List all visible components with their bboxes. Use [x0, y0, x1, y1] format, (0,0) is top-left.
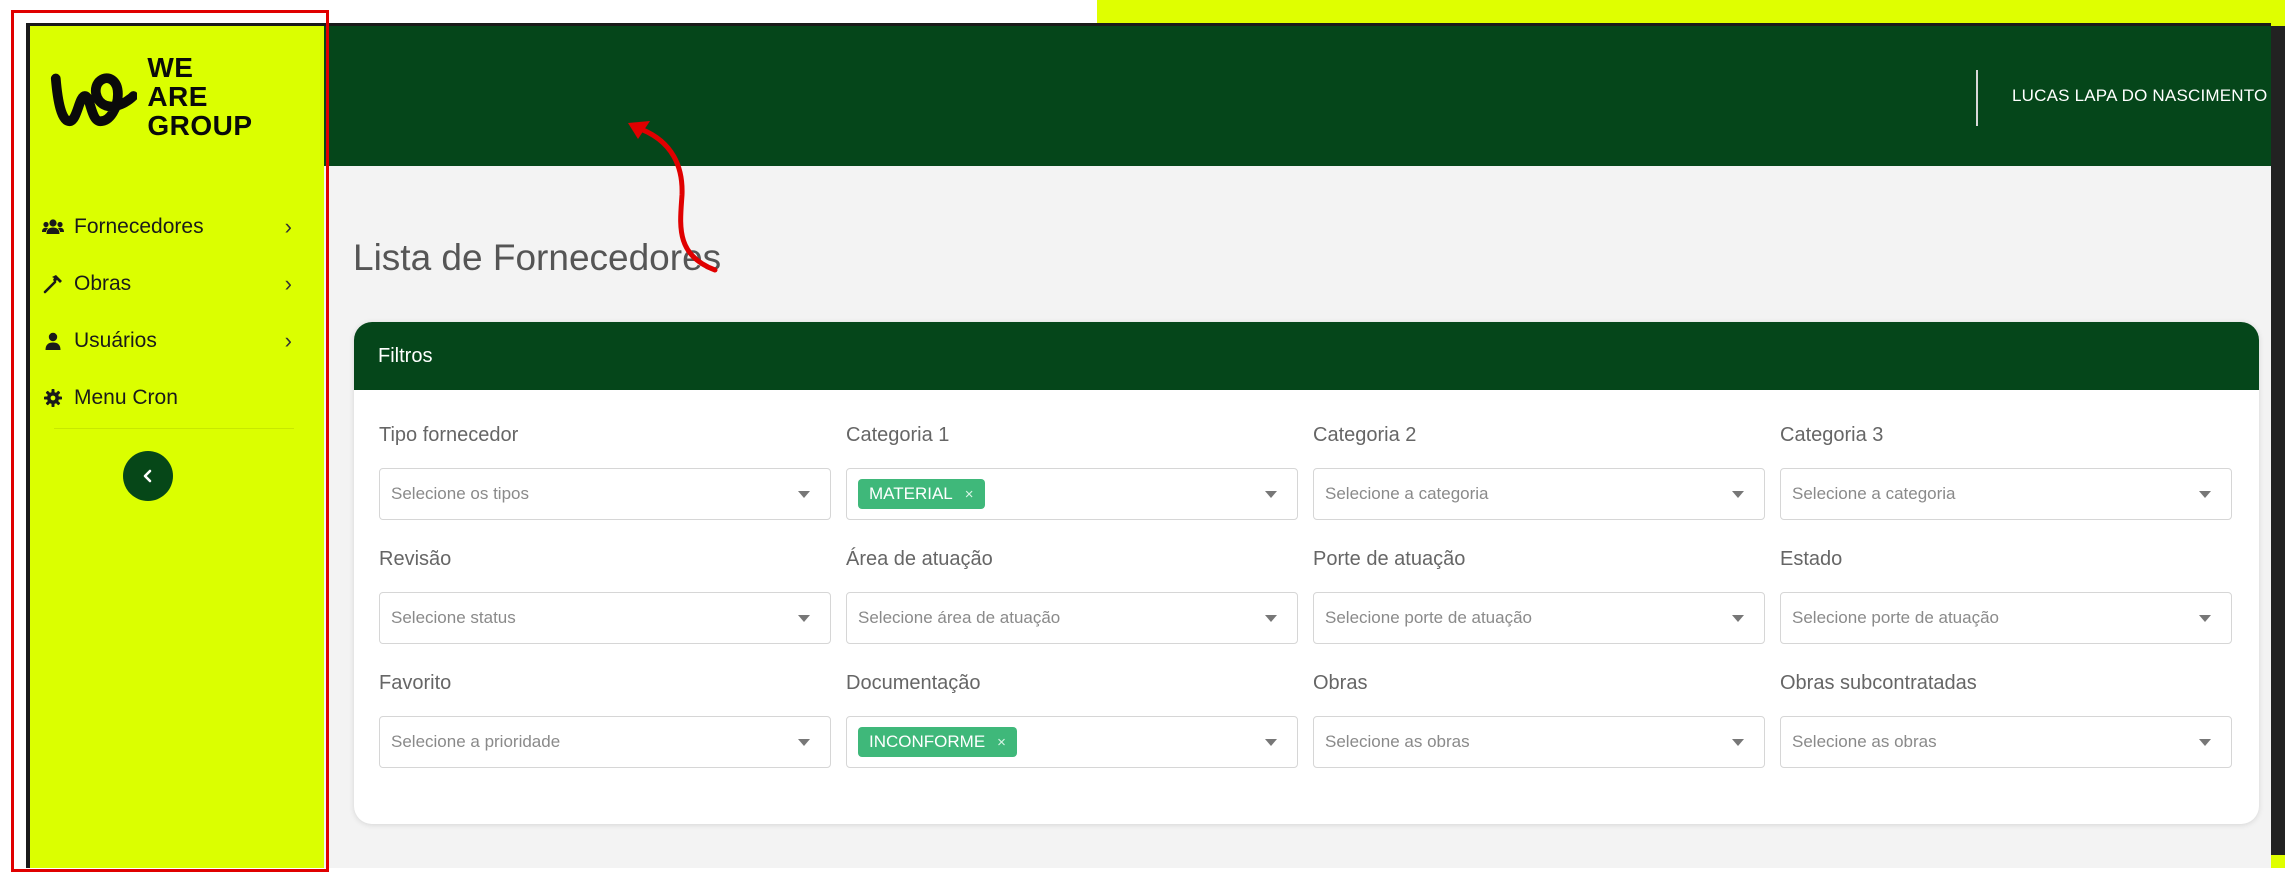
selected-tag: INCONFORME × — [858, 727, 1017, 757]
documentacao-select[interactable]: INCONFORME × — [846, 716, 1298, 768]
obras-select[interactable]: Selecione as obras — [1313, 716, 1765, 768]
annotation-highlight-box — [11, 10, 329, 872]
select-placeholder: Selecione status — [391, 608, 516, 627]
caret-down-icon — [1732, 491, 1744, 498]
filter-documentacao: Documentação INCONFORME × — [846, 672, 1298, 768]
obras-subcontratadas-select[interactable]: Selecione as obras — [1780, 716, 2232, 768]
select-placeholder: Selecione a categoria — [1792, 484, 1956, 503]
filter-categoria-1: Categoria 1 MATERIAL × — [846, 424, 1298, 520]
filter-area-de-atuacao: Área de atuação Selecione área de atuaçã… — [846, 548, 1298, 644]
categoria-1-select[interactable]: MATERIAL × — [846, 468, 1298, 520]
window-edge-right — [2271, 26, 2285, 855]
tipo-fornecedor-select[interactable]: Selecione os tipos — [379, 468, 831, 520]
filter-obras-subcontratadas: Obras subcontratadas Selecione as obras — [1780, 672, 2232, 768]
filter-label: Estado — [1780, 548, 1843, 570]
select-placeholder: Selecione a prioridade — [391, 732, 561, 751]
filters-title: Filtros — [378, 344, 433, 367]
filter-categoria-3: Categoria 3 Selecione a categoria — [1780, 424, 2232, 520]
filter-label: Categoria 3 — [1780, 424, 1884, 446]
filter-estado: Estado Selecione porte de atuação — [1780, 548, 2232, 644]
caret-down-icon — [1265, 739, 1277, 746]
area-de-atuacao-select[interactable]: Selecione área de atuação — [846, 592, 1298, 644]
annotation-arrow — [628, 121, 718, 273]
categoria-3-select[interactable]: Selecione a categoria — [1780, 468, 2232, 520]
select-placeholder: Selecione porte de atuação — [1325, 608, 1532, 627]
top-header: LUCAS LAPA DO NASCIMENTO — [324, 26, 2271, 166]
estado-select[interactable]: Selecione porte de atuação — [1780, 592, 2232, 644]
caret-down-icon — [798, 615, 810, 622]
select-placeholder: Selecione as obras — [1792, 732, 1937, 751]
caret-down-icon — [2199, 739, 2211, 746]
revisao-select[interactable]: Selecione status — [379, 592, 831, 644]
remove-tag-icon[interactable]: × — [997, 734, 1006, 751]
filter-label: Favorito — [379, 672, 452, 694]
tag-label: MATERIAL — [869, 484, 953, 503]
caret-down-icon — [798, 491, 810, 498]
favorito-select[interactable]: Selecione a prioridade — [379, 716, 831, 768]
porte-de-atuacao-select[interactable]: Selecione porte de atuação — [1313, 592, 1765, 644]
caret-down-icon — [1732, 615, 1744, 622]
categoria-2-select[interactable]: Selecione a categoria — [1313, 468, 1765, 520]
tag-label: INCONFORME — [869, 732, 986, 751]
user-menu[interactable]: LUCAS LAPA DO NASCIMENTO — [2012, 86, 2267, 106]
filter-revisao: Revisão Selecione status — [379, 548, 831, 644]
filter-label: Obras — [1313, 672, 1368, 694]
select-placeholder: Selecione os tipos — [391, 484, 529, 503]
filter-favorito: Favorito Selecione a prioridade — [379, 672, 831, 768]
selected-tag: MATERIAL × — [858, 479, 985, 509]
filter-label: Documentação — [846, 672, 981, 694]
filter-label: Porte de atuação — [1313, 548, 1466, 570]
filter-label: Obras subcontratadas — [1780, 672, 1977, 694]
remove-tag-icon[interactable]: × — [965, 486, 974, 503]
select-placeholder: Selecione as obras — [1325, 732, 1470, 751]
caret-down-icon — [2199, 615, 2211, 622]
caret-down-icon — [2199, 491, 2211, 498]
filter-tipo-fornecedor: Tipo fornecedor Selecione os tipos — [379, 424, 831, 520]
select-placeholder: Selecione porte de atuação — [1792, 608, 1999, 627]
filter-label: Revisão — [379, 548, 452, 570]
header-divider — [1976, 70, 1978, 126]
filters-card-header: Filtros — [354, 322, 2259, 390]
caret-down-icon — [1265, 615, 1277, 622]
select-placeholder: Selecione a categoria — [1325, 484, 1489, 503]
filter-categoria-2: Categoria 2 Selecione a categoria — [1313, 424, 1765, 520]
filter-obras: Obras Selecione as obras — [1313, 672, 1765, 768]
filter-label: Categoria 1 — [846, 424, 950, 446]
caret-down-icon — [1732, 739, 1744, 746]
caret-down-icon — [798, 739, 810, 746]
caret-down-icon — [1265, 491, 1277, 498]
filter-label: Categoria 2 — [1313, 424, 1417, 446]
select-placeholder: Selecione área de atuação — [858, 608, 1061, 627]
filter-label: Tipo fornecedor — [379, 424, 519, 446]
filters-card: Filtros Tipo fornecedor Selecione os tip… — [354, 322, 2259, 824]
filter-label: Área de atuação — [846, 548, 993, 570]
filter-porte-de-atuacao: Porte de atuação Selecione porte de atua… — [1313, 548, 1765, 644]
